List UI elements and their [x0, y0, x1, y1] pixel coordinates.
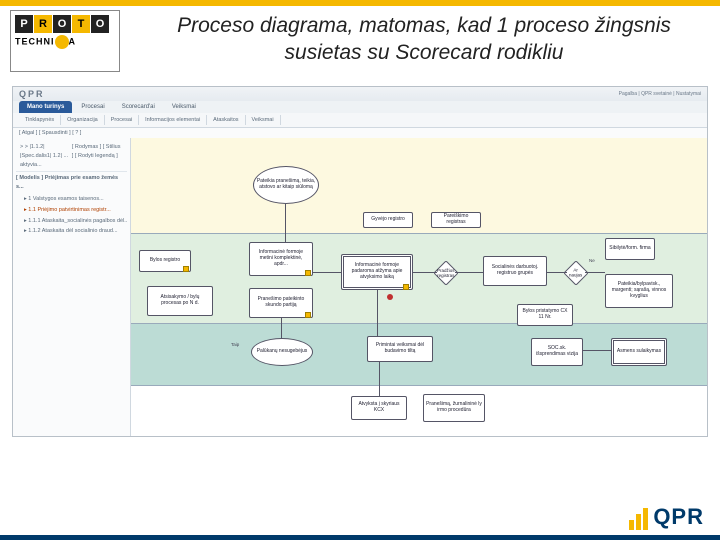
- node-pateikia-sarasa[interactable]: Pateikia/bylpavisk., margenti; sąrašą, v…: [605, 274, 673, 308]
- node-pareisk-registro[interactable]: Pareiškimo registras: [431, 212, 481, 228]
- logo-letter: T: [72, 15, 90, 33]
- slide-footer: QPR: [0, 535, 720, 540]
- swimlane-1: [131, 138, 707, 233]
- node-informacine-1[interactable]: Informacinė formoje metini komplektinė, …: [249, 242, 313, 276]
- tree-item[interactable]: ▸ 1.1.2 Ataskaita dėl socialinio draud..…: [16, 226, 127, 237]
- toolbar-left[interactable]: [ Atgal ] [ Spausdinti ] [ ? ]: [19, 130, 81, 136]
- subtab[interactable]: Procesai: [105, 115, 139, 125]
- tab-scorecard-ai[interactable]: Scorecard'ai: [114, 101, 163, 113]
- tab-procesai[interactable]: Procesai: [73, 101, 112, 113]
- label-taip: Taip: [231, 342, 239, 347]
- toolbar: [ Atgal ] [ Spausdinti ] [ ? ]: [13, 128, 707, 138]
- subtab[interactable]: Ataskaitos: [207, 115, 245, 125]
- logo-letter: O: [91, 15, 109, 33]
- node-bylos-pristat[interactable]: Bylos pristatymo CX 11 Nr.: [517, 304, 573, 326]
- connector: [379, 362, 380, 396]
- connector: [313, 272, 341, 273]
- qpr-app-window: QPR Pagalba | QPR svetainė | Nustatymai …: [12, 86, 708, 437]
- node-soc-grupes[interactable]: Socialinės darbuotoj. registruo grupės: [483, 256, 547, 286]
- lane-divider: [131, 233, 707, 234]
- sidebar: > > |1.1.2| ĮSpec.dalis1| 1.2| ... aktyv…: [13, 138, 131, 436]
- node-soc-vizija[interactable]: SOC.sk. išsprendimas vizija: [531, 338, 583, 366]
- link-icon: [183, 266, 189, 272]
- node-palukanu[interactable]: Palūkanų nesugebėjus: [251, 338, 313, 366]
- app-header: QPR Pagalba | QPR svetainė | Nustatymai: [13, 87, 707, 101]
- sub-tabs: TinklapynėsOrganizacijaProcesaiInformaci…: [13, 113, 707, 128]
- label-ne: Ne: [589, 258, 595, 263]
- sidebar-tree: ▸ 1 Valstygos esamos taisenos...▸ 1.1 Pr…: [16, 194, 127, 237]
- tree-item[interactable]: ▸ 1 Valstygos esamos taisenos...: [16, 194, 127, 205]
- process-canvas[interactable]: Pateikia pranešimą, teikia, atstovo ar k…: [131, 138, 707, 436]
- node-atsisakymo[interactable]: Atsisakymo / bylų procesas po N d.: [147, 286, 213, 316]
- breadcrumb: > > |1.1.2| ĮSpec.dalis1| 1.2| ... aktyv…: [16, 141, 127, 172]
- connector: [547, 272, 567, 273]
- gear-icon: [55, 35, 69, 49]
- logo-letter: R: [34, 15, 52, 33]
- subtab[interactable]: Informacijos elementai: [139, 115, 207, 125]
- app-header-links[interactable]: Pagalba | QPR svetainė | Nustatymai: [619, 91, 701, 97]
- node-asmens-sulaikymas[interactable]: Asmens sulaikymas: [611, 338, 667, 366]
- slide-header: PROTO TECHNIA Proceso diagrama, matomas,…: [0, 6, 720, 82]
- node-pranesima-proc[interactable]: Pranešimą, žurnalininė ly irmo procedūra: [423, 394, 485, 422]
- subtab[interactable]: Veiksmai: [246, 115, 281, 125]
- connector: [455, 272, 483, 273]
- logo-letter: O: [53, 15, 71, 33]
- tab-veiksmai[interactable]: Veiksmai: [164, 101, 204, 113]
- connector: [377, 290, 378, 336]
- connector: [583, 350, 611, 351]
- tab-mano-turinys[interactable]: Mano turinys: [19, 101, 72, 113]
- main-tabs: Mano turinysProcesaiScorecard'aiVeiksmai: [13, 101, 707, 113]
- prototechnika-logo: PROTO TECHNIA: [10, 10, 120, 72]
- subtab[interactable]: Tinklapynės: [19, 115, 61, 125]
- bars-icon: [629, 508, 648, 530]
- scorecard-indicator-icon: [387, 294, 393, 300]
- node-gyvejo-registro[interactable]: Gyvėjo registro: [363, 212, 413, 228]
- swimlane-4: [131, 385, 707, 436]
- sidebar-title[interactable]: [ Modelis ] Priėjimas prie esamo žemės s…: [16, 172, 127, 194]
- link-icon: [305, 270, 311, 276]
- node-primontal[interactable]: Primintai veiksmai dėl budavimo tiltą: [367, 336, 433, 362]
- node-pateikia-pranesima[interactable]: Pateikia pranešimą, teikia, atstovo ar k…: [253, 166, 319, 204]
- lane-divider: [131, 385, 707, 386]
- node-atvyksta[interactable]: Atvyksta į skyriaus KCX: [351, 396, 407, 420]
- connector: [285, 204, 286, 242]
- connector: [585, 272, 605, 273]
- logo-letter: P: [15, 15, 33, 33]
- connector: [413, 272, 437, 273]
- footer-bar: [0, 535, 720, 540]
- node-sibilyte[interactable]: Sibilytė/form. firma: [605, 238, 655, 260]
- connector: [281, 318, 282, 338]
- node-pranesimo[interactable]: Pranešimo pateikinto skundo partiją: [249, 288, 313, 318]
- app-body: > > |1.1.2| ĮSpec.dalis1| 1.2| ... aktyv…: [13, 138, 707, 436]
- link-icon: [403, 284, 409, 290]
- lane-divider: [131, 323, 707, 324]
- tree-item[interactable]: ▸ 1.1.1 Ataskaita_socialinės pagalbos dė…: [16, 216, 127, 227]
- link-icon: [305, 312, 311, 318]
- tree-item[interactable]: ▸ 1.1 Priėjimo patvirtinimas registr...: [16, 205, 127, 216]
- subtab[interactable]: Organizacija: [61, 115, 105, 125]
- qpr-footer-logo: QPR: [629, 504, 704, 530]
- slide-title: Proceso diagrama, matomas, kad 1 proceso…: [138, 10, 710, 67]
- app-brand: QPR: [19, 89, 45, 99]
